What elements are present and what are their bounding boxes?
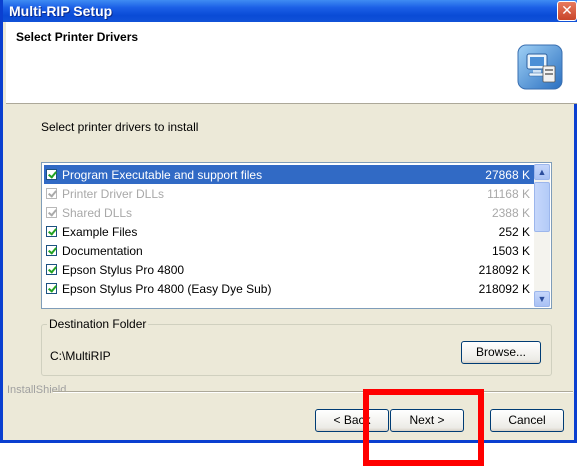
cancel-button[interactable]: Cancel [490, 409, 564, 432]
component-size: 218092 K [478, 282, 530, 296]
chevron-down-icon: ▼ [537, 294, 547, 304]
checkbox[interactable] [46, 264, 57, 275]
wizard-header: Select Printer Drivers [6, 22, 577, 104]
setup-computer-icon [517, 44, 563, 90]
window-title: Multi-RIP Setup [9, 3, 113, 19]
scroll-up-button[interactable]: ▲ [534, 164, 550, 180]
checkbox[interactable] [46, 226, 57, 237]
close-button[interactable]: ✕ [557, 1, 577, 21]
setup-dialog: Multi-RIP Setup ✕ Select Printer Drivers… [0, 0, 577, 443]
component-size: 1503 K [491, 244, 530, 258]
component-name: Epson Stylus Pro 4800 [62, 263, 185, 277]
component-name: Program Executable and support files [62, 168, 263, 182]
back-button[interactable]: < Back [315, 409, 389, 432]
destination-folder-label: Destination Folder [47, 317, 149, 331]
instruction-text: Select printer drivers to install [41, 120, 199, 134]
component-name: Example Files [62, 225, 138, 239]
list-item[interactable]: Printer Driver DLLs 11168 K [44, 184, 534, 203]
list-item[interactable]: Documentation 1503 K [44, 241, 534, 260]
destination-path: C:\MultiRIP [50, 349, 111, 363]
installshield-divider [53, 391, 573, 393]
destination-folder-group: Destination Folder C:\MultiRIP Browse... [41, 317, 552, 376]
title-bar[interactable]: Multi-RIP Setup ✕ [3, 0, 577, 22]
checkbox[interactable] [46, 283, 57, 294]
list-item[interactable]: Example Files 252 K [44, 222, 534, 241]
list-item[interactable]: Epson Stylus Pro 4800 (Easy Dye Sub) 218… [44, 279, 534, 298]
component-size: 2388 K [491, 206, 530, 220]
component-name: Documentation [62, 244, 143, 258]
checkbox [46, 207, 57, 218]
scroll-thumb[interactable] [534, 182, 550, 232]
list-item[interactable]: Shared DLLs 2388 K [44, 203, 534, 222]
next-button[interactable]: Next > [390, 409, 464, 432]
component-size: 252 K [498, 225, 530, 239]
component-size: 11168 K [487, 187, 530, 201]
scroll-down-button[interactable]: ▼ [534, 291, 550, 307]
component-name: Shared DLLs [62, 206, 133, 220]
list-item[interactable]: Epson Stylus Pro 4800 218092 K [44, 260, 534, 279]
installshield-label: InstallShield [7, 384, 67, 396]
browse-button[interactable]: Browse... [461, 341, 541, 364]
checkbox[interactable] [46, 245, 57, 256]
chevron-up-icon: ▲ [537, 167, 547, 177]
close-icon: ✕ [561, 2, 573, 18]
component-name: Printer Driver DLLs [62, 187, 165, 201]
component-size: 218092 K [478, 263, 530, 277]
list-item[interactable]: Program Executable and support files 278… [44, 165, 534, 184]
component-name: Epson Stylus Pro 4800 (Easy Dye Sub) [62, 282, 272, 296]
list-scrollbar[interactable]: ▲ ▼ [534, 164, 550, 307]
page-title: Select Printer Drivers [16, 30, 139, 44]
checkbox [46, 188, 57, 199]
component-size: 27868 K [485, 168, 530, 182]
checkbox[interactable] [46, 169, 57, 180]
component-list[interactable]: Program Executable and support files 278… [41, 162, 552, 309]
